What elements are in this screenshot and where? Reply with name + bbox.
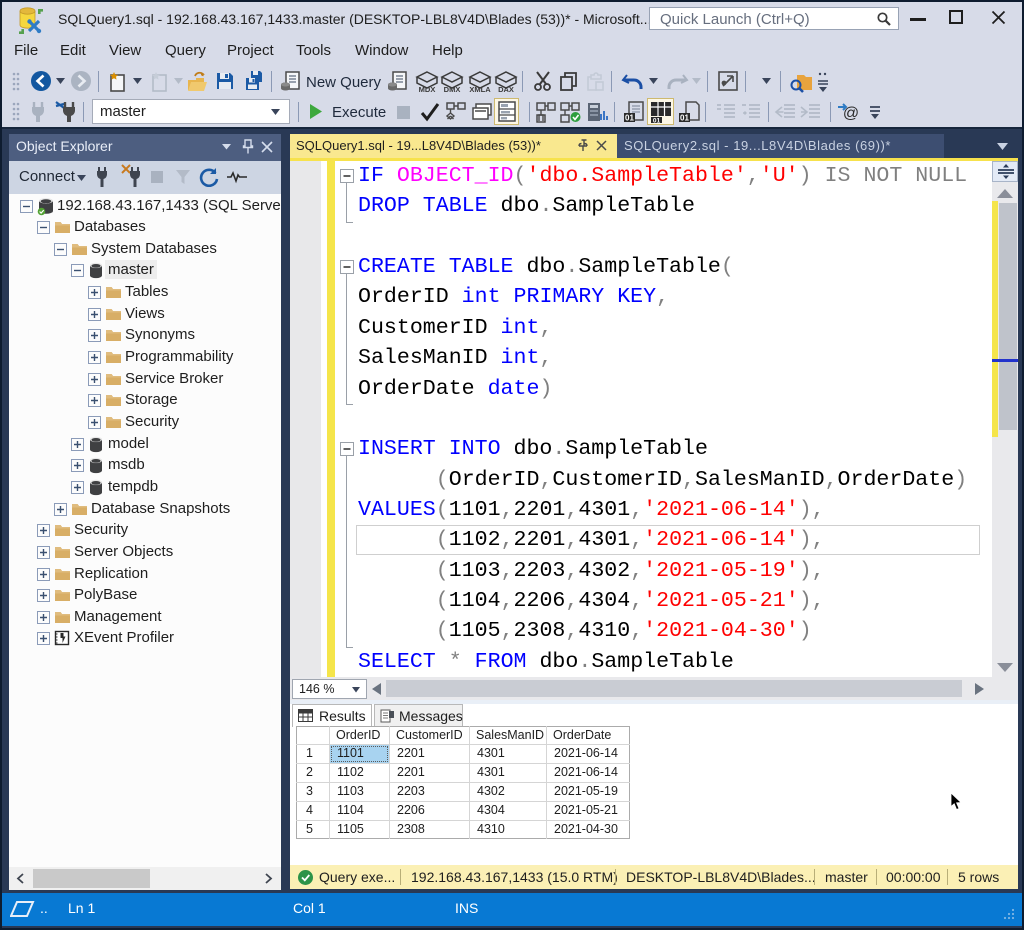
- svg-text:@: @: [843, 105, 859, 122]
- svg-text:DMX: DMX: [444, 85, 461, 94]
- svg-text:01: 01: [653, 118, 661, 124]
- svg-text:DAX: DAX: [498, 85, 514, 94]
- svg-text:MDX: MDX: [419, 85, 436, 94]
- svg-text:01: 01: [625, 114, 634, 123]
- svg-text:01: 01: [680, 114, 689, 123]
- svg-text:XMLA: XMLA: [469, 85, 491, 94]
